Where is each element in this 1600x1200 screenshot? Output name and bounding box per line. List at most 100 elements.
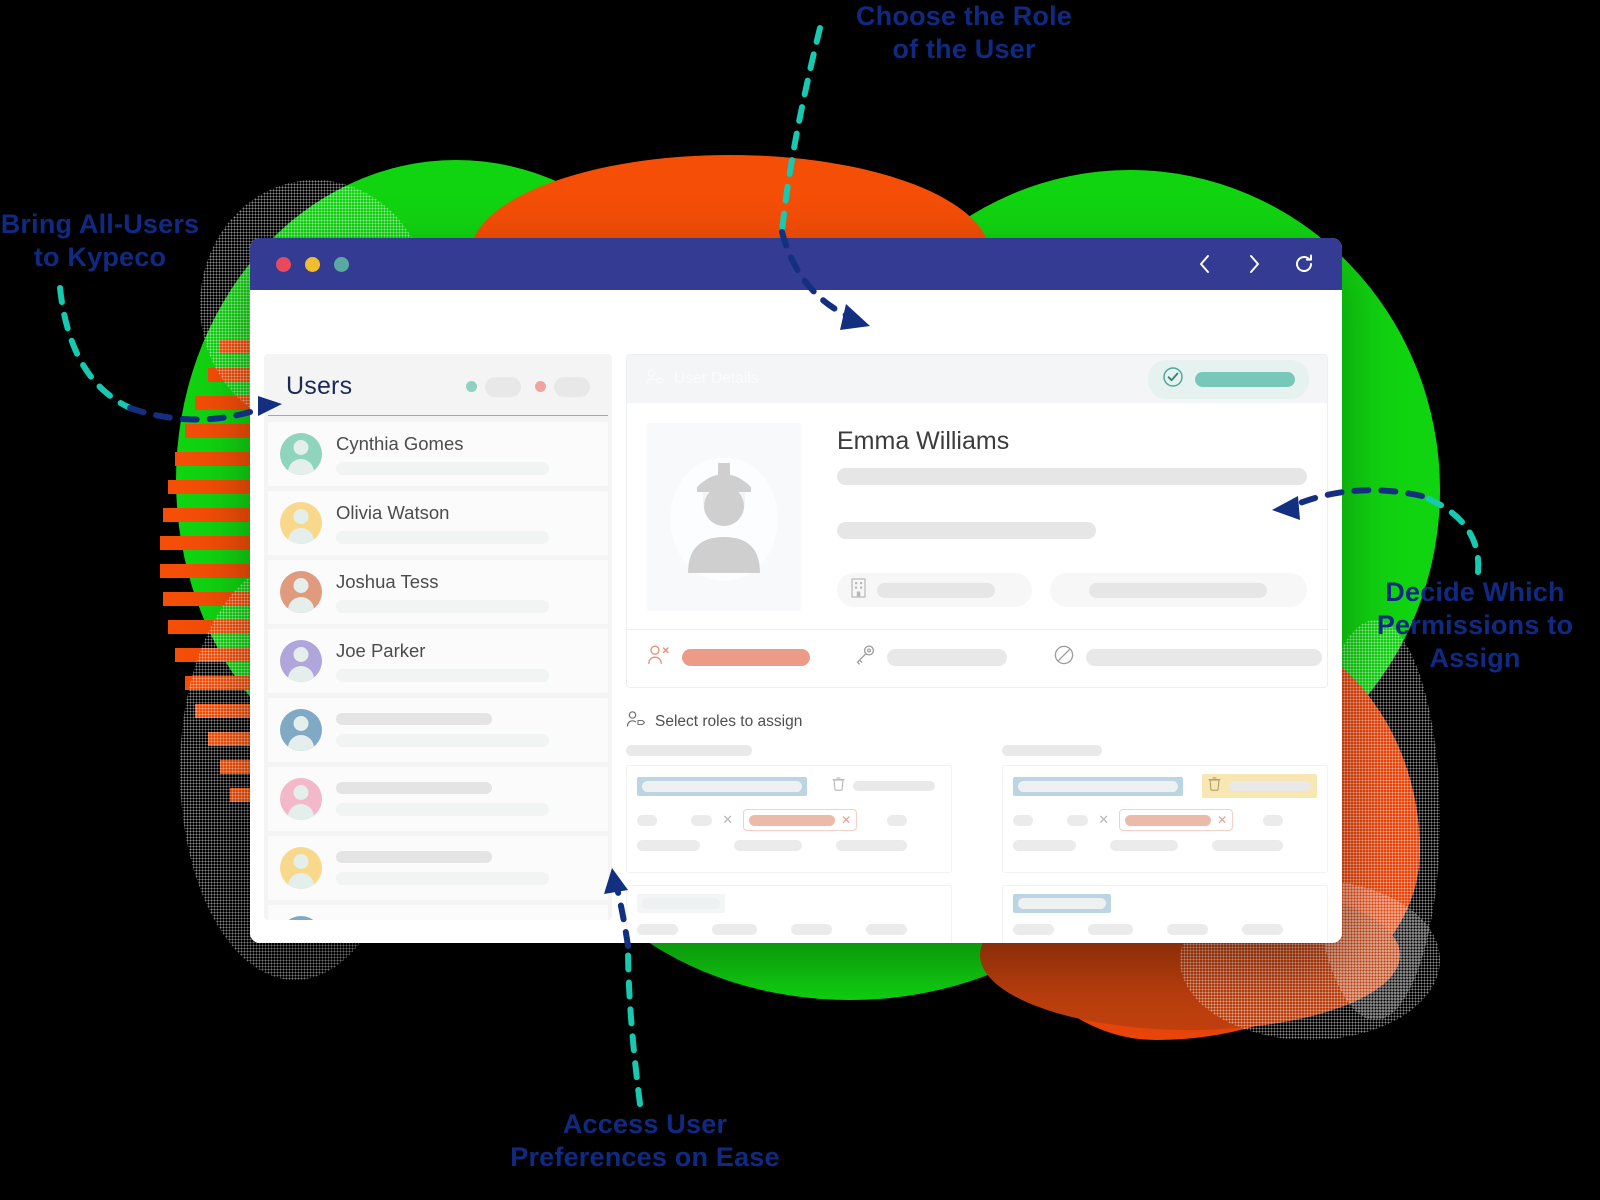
role-cell <box>1241 924 1283 935</box>
role-cell <box>1013 814 1033 826</box>
user-photo <box>647 423 801 611</box>
avatar <box>280 916 322 920</box>
role-card[interactable] <box>626 885 952 943</box>
roles-section-label: Select roles to assign <box>626 710 1328 733</box>
reload-icon[interactable] <box>1292 252 1316 276</box>
user-subtitle-placeholder <box>336 734 550 747</box>
avatar <box>280 502 322 544</box>
user-details-body: Emma Williams <box>627 403 1327 611</box>
list-item[interactable] <box>268 905 608 920</box>
status-badge <box>1148 359 1309 399</box>
user-subtitle-placeholder <box>336 803 550 816</box>
remove-x-icon[interactable]: ✕ <box>722 812 733 828</box>
user-details-card: User Details Emma Williams <box>626 354 1328 688</box>
role-card[interactable] <box>1002 885 1328 943</box>
role-card[interactable]: ✕ ✕ <box>626 765 952 873</box>
block-user-action[interactable] <box>1053 644 1322 671</box>
company-chip[interactable] <box>837 573 1032 607</box>
avatar <box>280 571 322 613</box>
delete-role-button[interactable] <box>1202 774 1317 798</box>
user-tag-icon <box>626 710 646 733</box>
avatar <box>280 433 322 475</box>
user-field-placeholder <box>837 522 1096 539</box>
role-name-tag <box>1013 776 1183 796</box>
user-name: Joshua Tess <box>336 571 439 592</box>
role-card-row <box>1013 840 1317 851</box>
credentials-label <box>887 649 1007 666</box>
status-dot-icon <box>535 381 546 392</box>
user-name: Joe Parker <box>336 640 426 661</box>
close-window-icon[interactable] <box>276 256 291 272</box>
trash-icon <box>1208 776 1221 796</box>
remove-user-label <box>682 649 810 666</box>
delete-role-label <box>853 781 935 791</box>
remove-user-action[interactable] <box>647 644 810 671</box>
role-name-tag <box>1013 894 1111 913</box>
list-item[interactable]: Olivia Watson <box>268 491 608 555</box>
role-cell <box>712 924 757 935</box>
list-item-meta <box>336 713 596 747</box>
page-title: Users <box>286 372 353 400</box>
role-name-tag <box>637 776 807 796</box>
building-icon <box>850 577 867 604</box>
company-chip-label <box>877 582 995 598</box>
user-info: Emma Williams <box>837 423 1307 611</box>
user-details-title: User Details <box>645 368 758 391</box>
remove-x-icon[interactable]: ✕ <box>1098 812 1109 828</box>
remove-x-icon[interactable]: ✕ <box>1217 813 1227 827</box>
role-cell <box>637 814 657 826</box>
role-card-header <box>637 774 941 798</box>
credentials-action[interactable] <box>854 644 1007 671</box>
key-icon <box>854 644 876 671</box>
filter-chip-teal[interactable] <box>466 376 521 397</box>
role-chip-removable[interactable]: ✕ <box>1119 809 1234 831</box>
traffic-lights <box>276 256 349 272</box>
back-chevron-icon[interactable] <box>1192 252 1216 276</box>
worker-avatar-icon <box>670 457 778 581</box>
list-item[interactable] <box>268 698 608 762</box>
list-item[interactable] <box>268 767 608 831</box>
roles-column-left: ✕ ✕ <box>626 745 952 943</box>
list-item[interactable] <box>268 836 608 900</box>
list-item-meta: Joe Parker <box>336 640 596 682</box>
annotation-top: Choose the Role of the User <box>855 1 1073 64</box>
remove-x-icon[interactable]: ✕ <box>841 813 851 827</box>
user-name: Cynthia Gomes <box>336 433 464 454</box>
minimize-window-icon[interactable] <box>305 256 320 272</box>
secondary-attribute-chip[interactable] <box>1049 573 1307 607</box>
status-badge-label <box>1195 371 1295 387</box>
roles-column-caption <box>626 745 752 756</box>
roles-columns: ✕ ✕ ✕ ✕ <box>626 745 1328 943</box>
role-cell <box>790 924 832 935</box>
status-dot-icon <box>466 381 477 392</box>
role-card-header <box>1013 894 1317 913</box>
block-user-label <box>1086 649 1322 666</box>
roles-column-right: ✕ ✕ <box>1002 745 1328 943</box>
role-chip-removable[interactable]: ✕ <box>743 809 858 831</box>
delete-role-button[interactable] <box>826 774 941 798</box>
role-cell <box>1211 840 1283 851</box>
filter-chip-label <box>485 376 521 397</box>
filter-chip-salmon[interactable] <box>535 376 590 397</box>
filter-chip-label <box>554 376 590 397</box>
role-cell <box>1088 924 1133 935</box>
list-item-meta: Olivia Watson <box>336 502 596 544</box>
user-remove-icon <box>647 644 671 671</box>
maximize-window-icon[interactable] <box>334 256 349 272</box>
window-nav-controls <box>1192 252 1316 276</box>
role-card[interactable]: ✕ ✕ <box>1002 765 1328 873</box>
list-item[interactable]: Cynthia Gomes <box>268 422 608 486</box>
forward-chevron-icon[interactable] <box>1242 252 1266 276</box>
role-cell <box>887 814 907 826</box>
list-item-meta: Cynthia Gomes <box>336 433 596 475</box>
avatar <box>280 709 322 751</box>
role-cell <box>835 840 907 851</box>
user-list: Cynthia Gomes Olivia Watson Joshua Tess Joe… <box>264 416 612 920</box>
user-tag-icon <box>645 368 665 391</box>
user-name: Olivia Watson <box>336 502 450 523</box>
list-item[interactable]: Joe Parker <box>268 629 608 693</box>
role-cell <box>637 924 679 935</box>
list-item[interactable]: Joshua Tess <box>268 560 608 624</box>
role-cell <box>1263 814 1283 826</box>
secondary-chip-label <box>1089 582 1268 598</box>
